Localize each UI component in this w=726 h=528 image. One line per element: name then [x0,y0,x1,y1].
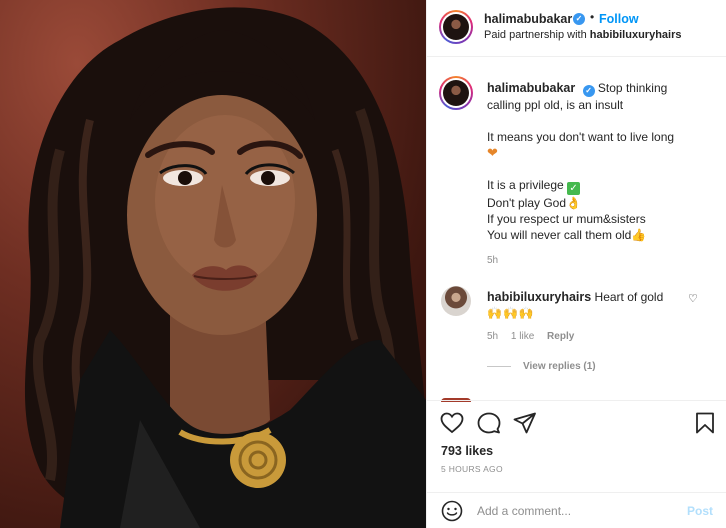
commenter-avatar[interactable] [441,286,471,316]
post-photo[interactable] [0,0,426,528]
thumbs-up-emoji-icon: 👍 [631,228,647,242]
view-replies-button[interactable]: View replies (1) [487,361,596,372]
author-avatar[interactable] [439,10,473,44]
follow-button[interactable]: Follow [599,12,639,26]
smile-icon[interactable] [441,500,463,522]
portrait-illustration [24,7,426,528]
commenter-username[interactable]: habibiluxuryhairs [487,290,591,304]
paid-partnership-label: Paid partnership with habibiluxuryhairs [484,29,682,41]
like-count[interactable]: 793 likes [441,444,493,458]
partner-link[interactable]: habibiluxuryhairs [590,29,682,41]
author-username[interactable]: halimabubakar [484,12,572,26]
heart-emoji-icon: ❤ [487,145,498,160]
replies-divider-line [487,365,511,367]
post-side-panel: halimabubakar ✓ • Follow Paid partnershi… [426,0,726,528]
comment-like-heart-icon[interactable]: ♡ [688,292,698,305]
post-header: halimabubakar ✓ • Follow Paid partnershi… [427,0,726,57]
comment-meta: 5h 1 like Reply [487,331,584,342]
reply-button[interactable]: Reply [547,331,574,342]
caption-timestamp[interactable]: 5h [487,255,498,266]
comment-text: habibiluxuryhairs Heart of gold 🙌🙌🙌 [487,290,664,320]
add-comment-bar: Post [427,492,726,528]
check-emoji-icon: ✓ [567,182,581,195]
verified-badge-icon: ✓ [573,13,585,25]
add-comment-input[interactable] [477,500,677,522]
share-icon[interactable] [513,412,537,434]
caption-text: halimabubakar ✓ Stop thinking calling pp… [487,81,675,242]
comment-like-count[interactable]: 1 like [511,331,534,342]
heart-outline-icon[interactable] [440,412,464,434]
comment-icon[interactable] [477,412,501,434]
comment-timestamp[interactable]: 5h [487,331,498,342]
post-actions: 793 likes 5 HOURS AGO [427,400,726,492]
caption-author-avatar[interactable] [439,76,473,110]
post-timestamp: 5 HOURS AGO [441,464,503,474]
instagram-post: halimabubakar ✓ • Follow Paid partnershi… [0,0,726,528]
verified-badge-icon: ✓ [582,85,595,97]
raised-hands-emoji-icon: 🙌🙌🙌 [487,306,535,320]
separator-dot: • [590,10,595,24]
bookmark-icon[interactable] [695,412,715,434]
ok-hand-emoji-icon: 👌 [566,196,581,210]
post-comment-button[interactable]: Post [687,504,713,518]
caption-author-username[interactable]: halimabubakar [487,81,575,95]
